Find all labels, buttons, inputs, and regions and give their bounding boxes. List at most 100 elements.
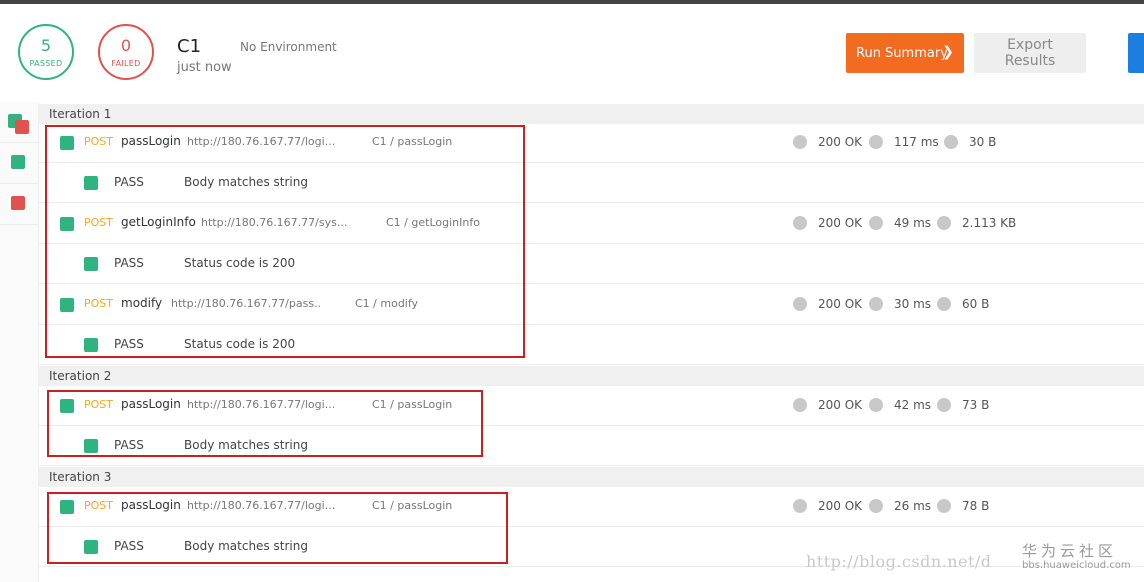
request-status-icon — [60, 217, 74, 231]
test-pass-icon — [84, 176, 98, 190]
all-red-icon — [15, 120, 29, 134]
test-result: PASS — [114, 539, 144, 553]
request-name: getLoginInfo — [121, 215, 196, 229]
iteration-header: Iteration 3 — [39, 467, 1144, 487]
test-name: Body matches string — [184, 175, 308, 189]
response-size: 60 B — [962, 297, 990, 311]
failed-label: FAILED — [111, 59, 141, 68]
response-time: 42 ms — [894, 398, 932, 412]
response-time-icon — [869, 297, 883, 311]
status-code: 200 OK — [818, 135, 863, 149]
test-name: Body matches string — [184, 539, 308, 553]
request-url: http://180.76.167.77/logi... — [187, 135, 336, 148]
response-size-icon — [944, 135, 958, 149]
brand-url-watermark: bbs.huaweicloud.com — [1022, 560, 1131, 571]
passed-label: PASSED — [29, 59, 63, 68]
request-path: C1 / modify — [355, 297, 419, 310]
export-results-button[interactable]: Export Results — [974, 33, 1086, 73]
request-status-icon — [60, 399, 74, 413]
status-code-icon — [793, 398, 807, 412]
status-code: 200 OK — [818, 297, 863, 311]
request-status-icon — [60, 136, 74, 150]
brand-watermark: 华为云社区 — [1022, 542, 1118, 560]
filter-sidebar — [0, 102, 39, 582]
response-time: 26 ms — [894, 499, 932, 513]
test-row: PASS Body matches string — [39, 163, 1144, 203]
response-size: 2.113 KB — [962, 216, 1017, 230]
blog-watermark: http://blog.csdn.net/d — [806, 552, 992, 571]
run-time: just now — [177, 60, 232, 75]
test-result: PASS — [114, 438, 144, 452]
test-pass-icon — [84, 540, 98, 554]
test-result: PASS — [114, 175, 144, 189]
response-size: 30 B — [969, 135, 997, 149]
request-row[interactable]: POST modify http://180.76.167.77/pass.. … — [39, 285, 1144, 325]
response-time: 30 ms — [894, 297, 932, 311]
request-url: http://180.76.167.77/pass.. — [171, 297, 322, 310]
response-time-icon — [869, 398, 883, 412]
filter-all[interactable] — [0, 102, 38, 143]
request-row[interactable]: POST getLoginInfo http://180.76.167.77/s… — [39, 204, 1144, 244]
request-row[interactable]: POST passLogin http://180.76.167.77/logi… — [39, 487, 1144, 527]
request-url: http://180.76.167.77/sys... — [201, 216, 348, 229]
test-row: PASS Body matches string — [39, 426, 1144, 466]
failed-filter-icon — [11, 196, 25, 210]
response-size-icon — [937, 499, 951, 513]
request-method: POST — [84, 135, 113, 148]
request-row[interactable]: POST passLogin http://180.76.167.77/logi… — [39, 123, 1144, 163]
test-pass-icon — [84, 338, 98, 352]
response-time-icon — [869, 135, 883, 149]
passed-count: 5 — [40, 36, 52, 55]
run-summary-label: Run Summary — [856, 45, 948, 61]
response-size-icon — [937, 297, 951, 311]
test-pass-icon — [84, 257, 98, 271]
request-method: POST — [84, 297, 113, 310]
test-name: Status code is 200 — [184, 337, 296, 351]
request-url: http://180.76.167.77/logi... — [187, 398, 336, 411]
status-code: 200 OK — [818, 398, 863, 412]
status-code-icon — [793, 499, 807, 513]
test-name: Status code is 200 — [184, 256, 296, 270]
status-code-icon — [793, 135, 807, 149]
response-size: 78 B — [962, 499, 990, 513]
response-time: 117 ms — [894, 135, 939, 149]
status-code: 200 OK — [818, 216, 863, 230]
response-size-icon — [937, 216, 951, 230]
results-list: Iteration 1 POST passLogin http://180.76… — [39, 102, 1144, 582]
test-pass-icon — [84, 439, 98, 453]
test-result: PASS — [114, 337, 144, 351]
response-time-icon — [869, 499, 883, 513]
blue-action-button[interactable] — [1128, 33, 1144, 73]
request-path: C1 / passLogin — [372, 499, 453, 512]
test-result: PASS — [114, 256, 144, 270]
response-time: 49 ms — [894, 216, 932, 230]
failed-counter: 0 FAILED — [98, 24, 154, 80]
passed-filter-icon — [11, 155, 25, 169]
request-method: POST — [84, 216, 113, 229]
status-code-icon — [793, 297, 807, 311]
request-name: modify — [121, 296, 163, 310]
filter-failed[interactable] — [0, 184, 38, 225]
passed-counter: 5 PASSED — [18, 24, 74, 80]
test-row: PASS Status code is 200 — [39, 244, 1144, 284]
response-size: 73 B — [962, 398, 990, 412]
iteration-header: Iteration 2 — [39, 366, 1144, 386]
status-code-icon — [793, 216, 807, 230]
request-row[interactable]: POST passLogin http://180.76.167.77/logi… — [39, 386, 1144, 426]
chevron-right-icon: ❯ — [942, 44, 954, 60]
request-url: http://180.76.167.77/logi... — [187, 499, 336, 512]
run-summary-button[interactable]: Run Summary ❯ — [846, 33, 964, 73]
response-time-icon — [869, 216, 883, 230]
response-size-icon — [937, 398, 951, 412]
request-method: POST — [84, 398, 113, 411]
run-summary-header: 5 PASSED 0 FAILED C1 just now No Environ… — [0, 4, 1144, 102]
request-name: passLogin — [121, 397, 181, 411]
request-name: passLogin — [121, 498, 181, 512]
request-method: POST — [84, 499, 113, 512]
environment-label: No Environment — [240, 40, 337, 54]
request-status-icon — [60, 298, 74, 312]
filter-passed[interactable] — [0, 143, 38, 184]
request-name: passLogin — [121, 134, 181, 148]
request-path: C1 / passLogin — [372, 398, 453, 411]
status-code: 200 OK — [818, 499, 863, 513]
